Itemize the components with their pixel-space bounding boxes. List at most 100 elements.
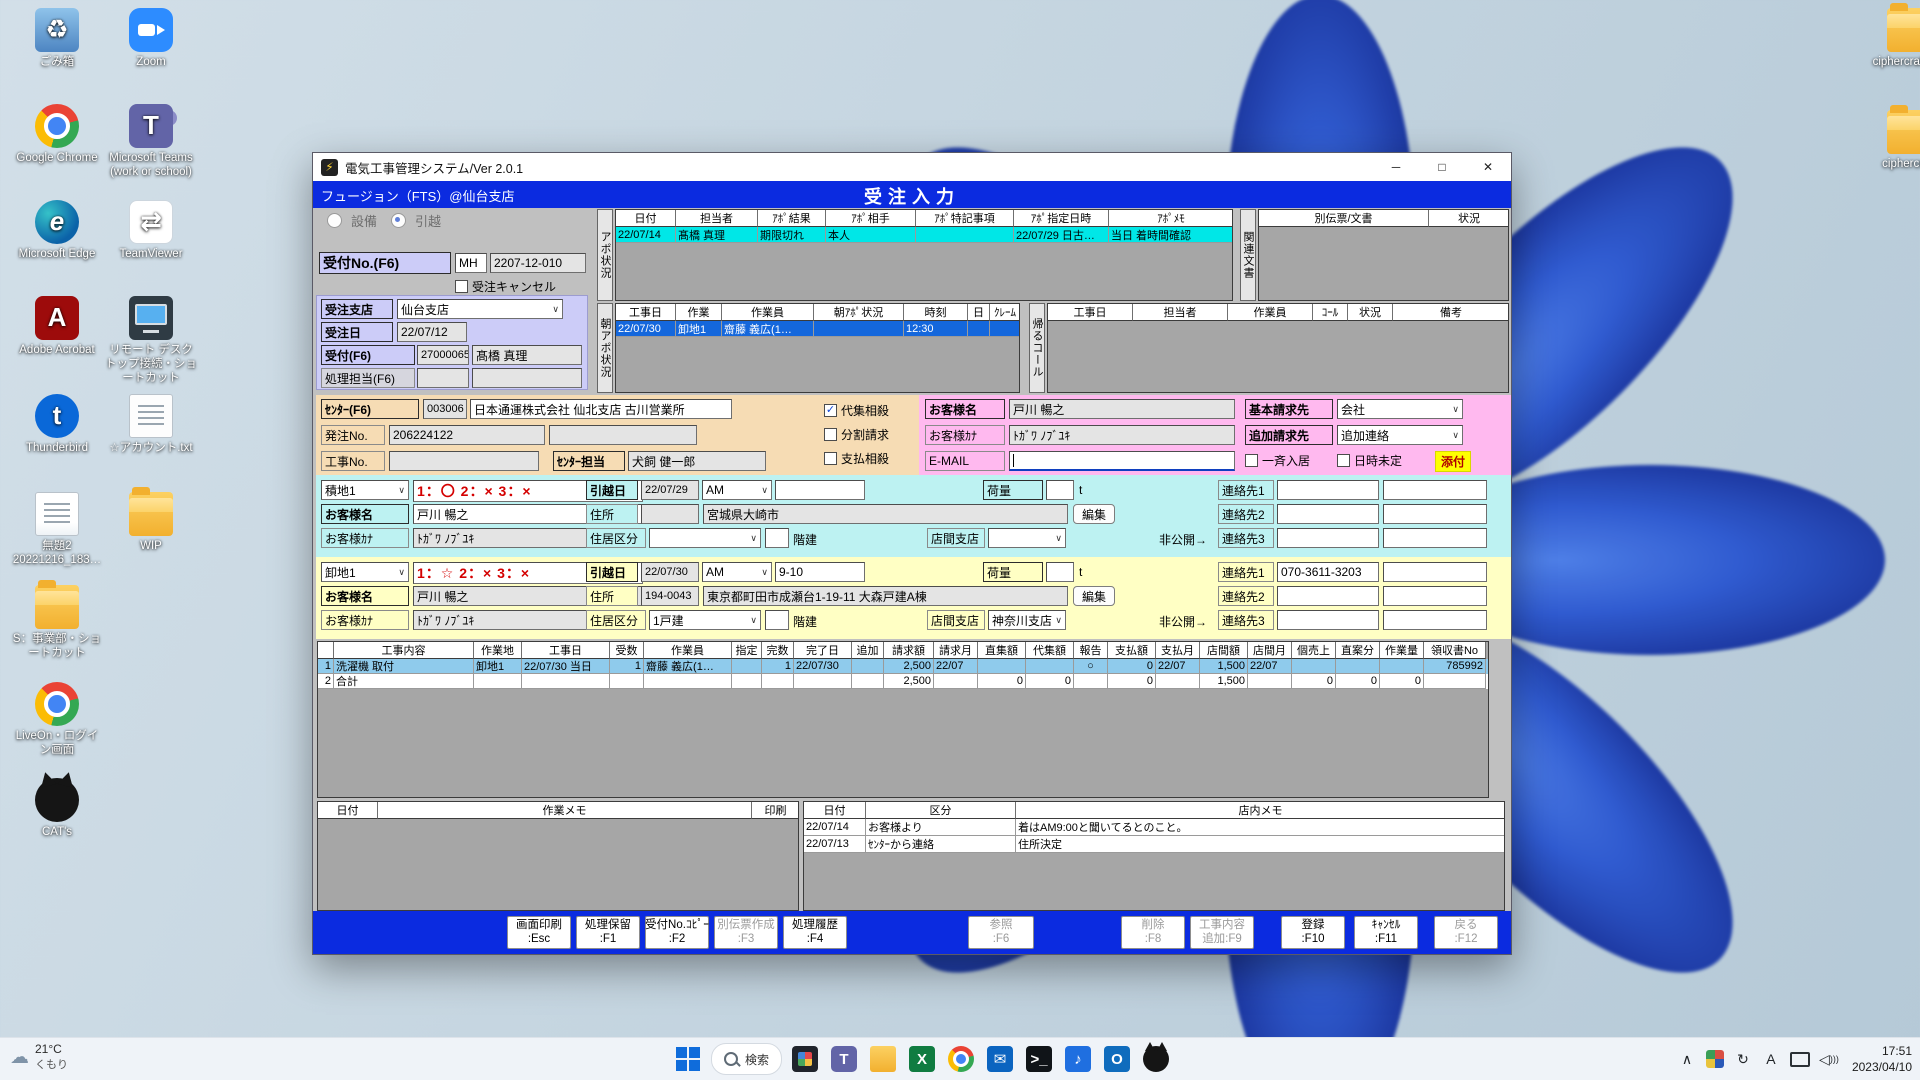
- taskbar-app-cat-tb[interactable]: [1140, 1043, 1172, 1075]
- dropoff-time-field[interactable]: 9-10: [775, 562, 865, 582]
- desktop-icon-folder[interactable]: ciphercraft: [1863, 110, 1920, 172]
- tray-network-icon[interactable]: [1790, 1052, 1810, 1067]
- pickup-contact2-field[interactable]: [1277, 504, 1379, 524]
- dropoff-selector[interactable]: 卸地1: [321, 562, 409, 582]
- center-code-field[interactable]: 003006: [423, 399, 467, 419]
- footer-button-f11[interactable]: ｷｬﾝｾﾙ:F11: [1354, 916, 1418, 949]
- tray-chevron-icon[interactable]: ∧: [1678, 1050, 1696, 1068]
- shiharai-checkbox[interactable]: 支払相殺: [824, 451, 889, 466]
- pickup-date-field[interactable]: 22/07/29: [641, 480, 699, 500]
- dropoff-addr-field[interactable]: 東京都町田市成瀬台1-19-11 大森戸建A棟: [703, 586, 1068, 606]
- taskbar-app-photos[interactable]: [789, 1043, 821, 1075]
- taskbar-app-outlook-tb[interactable]: O: [1101, 1043, 1133, 1075]
- handler-name[interactable]: [472, 368, 582, 388]
- footer-button-f4[interactable]: 処理履歴:F4: [783, 916, 847, 949]
- dropoff-edit-button[interactable]: 編集: [1073, 586, 1115, 606]
- basic-billing-select[interactable]: 会社: [1337, 399, 1463, 419]
- attachment-badge[interactable]: 添付: [1435, 451, 1471, 472]
- footer-button-f6[interactable]: 参照:F6: [968, 916, 1034, 949]
- table-row[interactable]: 22/07/30卸地1齋藤 義広(1…12:30: [616, 321, 1019, 337]
- dropoff-contact2-field[interactable]: [1277, 586, 1379, 606]
- dropoff-contact3-field[interactable]: [1277, 610, 1379, 630]
- desktop-icon-chrome[interactable]: LiveOn・ログイン画面: [11, 682, 103, 758]
- order-date-field[interactable]: 22/07/12: [397, 322, 467, 342]
- dropoff-contact3-field2[interactable]: [1383, 610, 1487, 630]
- center-name-field[interactable]: 日本通運株式会社 仙北支店 古川営業所: [470, 399, 732, 419]
- table-row[interactable]: 22/07/13ｾﾝﾀｰから連絡住所決定: [804, 836, 1504, 853]
- reception-no-prefix[interactable]: MH: [455, 253, 487, 273]
- checkbox[interactable]: [455, 280, 468, 293]
- taskbar-app-folder-tb[interactable]: [867, 1043, 899, 1075]
- taskbar-app-teams-tb[interactable]: T: [828, 1043, 860, 1075]
- dropoff-postal-field[interactable]: 194-0043: [641, 586, 699, 606]
- pickup-contact3-field[interactable]: [1277, 528, 1379, 548]
- desktop-icon-folder[interactable]: ciphercraft365: [1863, 8, 1920, 70]
- desktop-icon-folder[interactable]: S：事業部・ショートカット: [11, 585, 103, 661]
- order-staff-code[interactable]: 27000065: [417, 345, 469, 365]
- desktop-icon-note[interactable]: 無題2 20221216_183…: [11, 492, 103, 568]
- dropoff-load-field[interactable]: [1046, 562, 1074, 582]
- footer-button-esc[interactable]: 画面印刷:Esc: [507, 916, 571, 949]
- tray-sync-icon[interactable]: ↻: [1734, 1050, 1752, 1068]
- taskbar-app-console-tb[interactable]: >_: [1023, 1043, 1055, 1075]
- order-cancel-checkbox[interactable]: 受注キャンセル: [455, 279, 556, 294]
- reception-no-value[interactable]: 2207-12-010: [490, 253, 586, 273]
- desktop-icon-teams[interactable]: TMicrosoft Teams (work or school): [105, 104, 197, 180]
- order-no-sub-field[interactable]: [549, 425, 697, 445]
- start-button[interactable]: [672, 1043, 704, 1075]
- table-row[interactable]: 22/07/14髙橋 真理期限切れ本人22/07/29 日古…当日 着時間確認: [616, 227, 1232, 243]
- pickup-time-field[interactable]: [775, 480, 865, 500]
- taskbar-app-chrome-tb[interactable]: [945, 1043, 977, 1075]
- dropoff-contact2-field2[interactable]: [1383, 586, 1487, 606]
- dropoff-branch-select[interactable]: 神奈川支店: [988, 610, 1066, 630]
- search-box[interactable]: 検索: [711, 1043, 782, 1075]
- desktop-icon-chrome[interactable]: Google Chrome: [11, 104, 103, 166]
- daishu-checkbox[interactable]: ✓代集相殺: [824, 403, 889, 418]
- koji-no-field[interactable]: [389, 451, 539, 471]
- customer-name-field[interactable]: 戸川 暢之: [1009, 399, 1235, 419]
- dropoff-ampm-select[interactable]: AM: [702, 562, 772, 582]
- dropoff-date-field[interactable]: 22/07/30: [641, 562, 699, 582]
- pickup-contact1-field[interactable]: [1277, 480, 1379, 500]
- desktop-icon-edge[interactable]: eMicrosoft Edge: [11, 200, 103, 262]
- addl-billing-select[interactable]: 追加連絡: [1337, 425, 1463, 445]
- pickup-floor-field[interactable]: [765, 528, 789, 548]
- radio-circle[interactable]: [391, 213, 406, 228]
- footer-button-f3[interactable]: 別伝票作成:F3: [714, 916, 778, 949]
- dropoff-contact1-field[interactable]: 070-3611-3203: [1277, 562, 1379, 582]
- order-no-field[interactable]: 206224122: [389, 425, 545, 445]
- desktop-icon-cat[interactable]: CAT's: [11, 778, 103, 840]
- pickup-branch-select[interactable]: [988, 528, 1066, 548]
- footer-button-f1[interactable]: 処理保留:F1: [576, 916, 640, 949]
- radio-moving[interactable]: 引越: [391, 213, 441, 228]
- desktop-icon-teamviewer[interactable]: ⇄TeamViewer: [105, 200, 197, 262]
- minimize-button[interactable]: ─: [1373, 153, 1419, 181]
- desktop-icon-thunderbird[interactable]: tThunderbird: [11, 394, 103, 456]
- order-staff-name[interactable]: 髙橋 真理: [472, 345, 582, 365]
- taskbar-app-excel-tb[interactable]: X: [906, 1043, 938, 1075]
- weather-widget[interactable]: ☁ 21°C くもり: [10, 1042, 68, 1072]
- center-staff-field[interactable]: 犬飼 健一郎: [628, 451, 766, 471]
- radio-equipment[interactable]: 設備: [327, 213, 377, 228]
- desktop-icon-txt[interactable]: ☆アカウント.txt: [105, 394, 197, 456]
- desktop-icon-acrobat[interactable]: AAdobe Acrobat: [11, 296, 103, 358]
- pickup-load-field[interactable]: [1046, 480, 1074, 500]
- desktop-icon-zoom[interactable]: Zoom: [105, 8, 197, 70]
- pickup-ampm-select[interactable]: AM: [702, 480, 772, 500]
- desktop-icon-rdp[interactable]: リモート デスクトップ接続・ショートカット: [105, 296, 197, 385]
- pickup-house-select[interactable]: [649, 528, 761, 548]
- footer-button-追加f9[interactable]: 工事内容追加:F9: [1190, 916, 1254, 949]
- tray-app-icon[interactable]: [1706, 1050, 1724, 1068]
- pickup-addr-field[interactable]: 宮城県大崎市: [703, 504, 1068, 524]
- pickup-postal-field[interactable]: [641, 504, 699, 524]
- dropoff-contact1-field2[interactable]: [1383, 562, 1487, 582]
- pickup-edit-button[interactable]: 編集: [1073, 504, 1115, 524]
- tray-volume-icon[interactable]: ◁))): [1820, 1050, 1838, 1068]
- table-row[interactable]: 2合計2,5000001,500000: [318, 674, 1488, 689]
- radio-circle[interactable]: [327, 213, 342, 228]
- order-branch-select[interactable]: 仙台支店: [397, 299, 563, 319]
- pickup-contact2-field2[interactable]: [1383, 504, 1487, 524]
- bunkatsu-checkbox[interactable]: 分割請求: [824, 427, 889, 442]
- table-row[interactable]: 22/07/14お客様より着はAM9:00と聞いてるとのこと。: [804, 819, 1504, 836]
- footer-button-f10[interactable]: 登録:F10: [1281, 916, 1345, 949]
